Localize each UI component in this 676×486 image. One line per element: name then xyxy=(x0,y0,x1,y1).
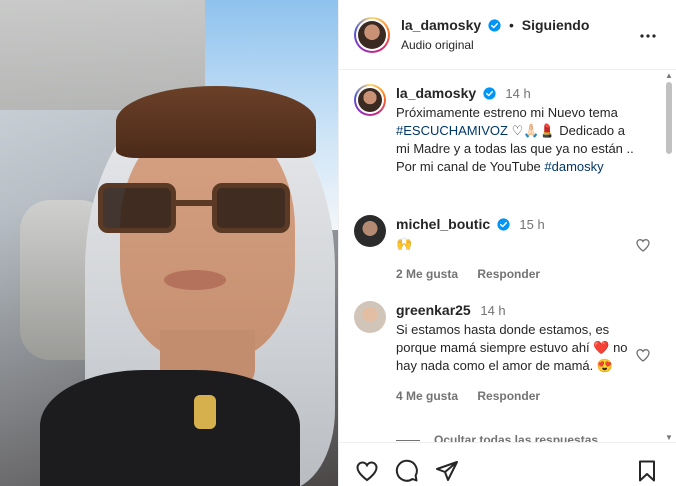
hide-replies-label: Ocultar todas las respuestas xyxy=(434,433,599,442)
verified-badge-icon xyxy=(488,19,501,32)
verified-badge-icon xyxy=(483,87,496,100)
caption-time[interactable]: 14 h xyxy=(505,86,530,101)
verified-badge-icon xyxy=(497,218,510,231)
hide-replies-button[interactable]: Ocultar todas las respuestas xyxy=(396,433,598,442)
caption-text: Próximamente estreno mi Nuevo tema #ESCU… xyxy=(396,104,636,176)
hashtag-link[interactable]: #ESCUCHAMIVOZ xyxy=(396,123,508,138)
comment-text: Si estamos hasta donde estamos, es porqu… xyxy=(396,321,636,375)
commenter-username[interactable]: michel_boutic xyxy=(396,216,490,232)
scroll-down-arrow-icon[interactable]: ▼ xyxy=(665,434,673,442)
bookmark-icon[interactable] xyxy=(635,459,659,483)
comment-icon[interactable] xyxy=(395,459,419,483)
author-avatar[interactable] xyxy=(354,17,390,53)
author-username[interactable]: la_damosky xyxy=(401,17,481,33)
headscarf xyxy=(116,86,316,158)
hashtag-link[interactable]: #damosky xyxy=(544,159,603,174)
comment-meta: 2 Me gusta Responder xyxy=(396,265,636,283)
send-icon[interactable] xyxy=(435,459,459,483)
comment-time[interactable]: 15 h xyxy=(519,217,544,232)
caption-avatar[interactable] xyxy=(354,84,386,116)
comment-time[interactable]: 14 h xyxy=(480,303,505,318)
caption-text-part: Próximamente estreno mi Nuevo tema xyxy=(396,105,618,120)
comment-likes-count[interactable]: 2 Me gusta xyxy=(396,267,458,281)
caption-username[interactable]: la_damosky xyxy=(396,85,476,101)
post-media[interactable] xyxy=(0,0,338,486)
reply-button[interactable]: Responder xyxy=(477,267,540,281)
comment-text-part: Si estamos hasta donde estamos, es porqu… xyxy=(396,322,610,355)
scroll-up-arrow-icon[interactable]: ▲ xyxy=(665,72,673,80)
post-actions-bar xyxy=(339,442,676,486)
comment-likes-count[interactable]: 4 Me gusta xyxy=(396,389,458,403)
separator-dot: • xyxy=(508,17,514,33)
post-sidebar: la_damosky • Siguiendo Audio original la… xyxy=(338,0,676,486)
original-audio-link[interactable]: Audio original xyxy=(401,38,474,52)
red-heart-emoji: ❤️ xyxy=(593,340,610,355)
comment-like-heart-icon[interactable] xyxy=(635,347,651,363)
commenter-avatar[interactable] xyxy=(354,215,386,247)
comments-list[interactable]: la_damosky 14 h Próximamente estreno mi … xyxy=(339,70,665,442)
heart-icon[interactable] xyxy=(355,459,379,483)
following-button[interactable]: Siguiendo xyxy=(522,17,590,33)
instagram-post-modal: la_damosky • Siguiendo Audio original la… xyxy=(0,0,676,486)
commenter-username[interactable]: greenkar25 xyxy=(396,302,471,318)
sunglasses-bridge xyxy=(173,200,215,206)
scrollbar-thumb[interactable] xyxy=(666,82,672,154)
comment-meta: 4 Me gusta Responder xyxy=(396,387,636,405)
sunglasses-left-lens xyxy=(98,183,176,233)
comments-scrollbar[interactable]: ▲ ▼ xyxy=(664,72,674,442)
lips xyxy=(164,270,226,290)
comment-like-heart-icon[interactable] xyxy=(635,237,651,253)
post-header: la_damosky • Siguiendo Audio original xyxy=(339,0,676,70)
reply-button[interactable]: Responder xyxy=(477,389,540,403)
sunglasses-right-lens xyxy=(212,183,290,233)
comment-text: 🙌 xyxy=(396,236,413,251)
commenter-avatar[interactable] xyxy=(354,301,386,333)
caption-body: la_damosky 14 h Próximamente estreno mi … xyxy=(396,84,636,176)
comment-body: michel_boutic 15 h 🙌 2 Me gusta Responde… xyxy=(396,215,636,283)
more-options-icon[interactable] xyxy=(639,27,657,45)
pendant-necklace xyxy=(194,395,216,429)
author-line: la_damosky • Siguiendo xyxy=(401,17,589,33)
black-top xyxy=(40,370,300,486)
comment-body: greenkar25 14 h Si estamos hasta donde e… xyxy=(396,301,636,405)
